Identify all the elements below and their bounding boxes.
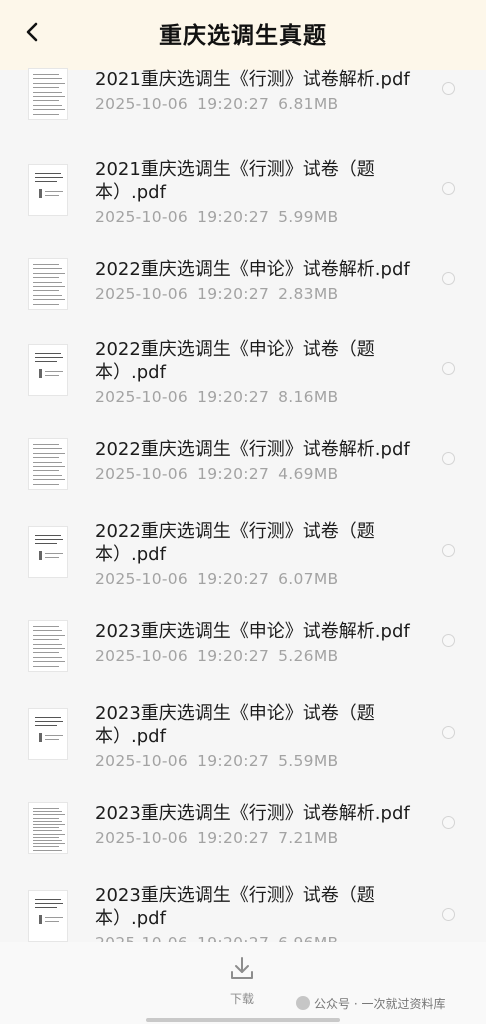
- file-name: 2023重庆选调生《行测》试卷（题本）.pdf: [95, 885, 375, 929]
- pdf-thumbnail: [28, 526, 68, 578]
- select-radio[interactable]: [442, 182, 455, 195]
- file-item[interactable]: 2023重庆选调生《申论》试卷解析.pdf 2025-10-06 19:20:27 5…: [0, 606, 486, 696]
- file-time: 19:20:27: [197, 208, 270, 226]
- select-radio[interactable]: [442, 634, 455, 647]
- file-name: 2022重庆选调生《行测》试卷解析.pdf: [95, 439, 410, 460]
- file-time: 19:20:27: [197, 465, 270, 483]
- file-date: 2025-10-06: [95, 752, 189, 770]
- file-list: 2021重庆选调生《行测》试卷解析.pdf 2025-10-06 19:20:27 6…: [0, 56, 486, 942]
- file-time: 19:20:27: [197, 752, 270, 770]
- file-time: 19:20:27: [197, 647, 270, 665]
- file-meta: 2025-10-06 19:20:27 6.96MB: [95, 934, 338, 942]
- select-radio[interactable]: [442, 362, 455, 375]
- file-size: 5.99MB: [278, 208, 339, 226]
- file-meta: 2025-10-06 19:20:27 6.07MB: [95, 570, 338, 588]
- file-size: 5.26MB: [278, 647, 339, 665]
- page-title: 重庆选调生真题: [159, 23, 327, 49]
- file-time: 19:20:27: [197, 388, 270, 406]
- wechat-icon: [296, 996, 310, 1010]
- home-indicator: [146, 1018, 340, 1022]
- file-time: 19:20:27: [197, 570, 270, 588]
- file-size: 2.83MB: [278, 285, 339, 303]
- pdf-thumbnail: [28, 68, 68, 120]
- file-item[interactable]: 2022重庆选调生《申论》试卷（题本）.pdf 2025-10-06 19:20:2…: [0, 324, 486, 414]
- file-size: 6.96MB: [278, 934, 338, 942]
- file-meta: 2025-10-06 19:20:27 5.59MB: [95, 752, 338, 770]
- file-size: 7.21MB: [278, 829, 339, 847]
- file-name: 2021重庆选调生《行测》试卷（题本）.pdf: [95, 159, 375, 203]
- pdf-thumbnail: [28, 708, 68, 760]
- file-item[interactable]: 2022重庆选调生《行测》试卷（题本）.pdf 2025-10-06 19:20:2…: [0, 506, 486, 596]
- file-size: 5.59MB: [278, 752, 339, 770]
- file-meta: 2025-10-06 19:20:27 5.26MB: [95, 647, 338, 665]
- file-name: 2022重庆选调生《申论》试卷解析.pdf: [95, 259, 410, 280]
- file-name: 2022重庆选调生《申论》试卷（题本）.pdf: [95, 339, 375, 383]
- file-time: 19:20:27: [197, 829, 270, 847]
- select-radio[interactable]: [442, 544, 455, 557]
- select-radio[interactable]: [442, 816, 455, 829]
- file-date: 2025-10-06: [95, 388, 189, 406]
- file-size: 6.81MB: [278, 95, 339, 113]
- file-name: 2023重庆选调生《申论》试卷（题本）.pdf: [95, 703, 375, 747]
- file-meta: 2025-10-06 19:20:27 6.81MB: [95, 95, 338, 113]
- pdf-thumbnail: [28, 438, 68, 490]
- file-time: 19:20:27: [197, 95, 270, 113]
- file-date: 2025-10-06: [95, 95, 189, 113]
- file-time: 19:20:27: [197, 285, 270, 303]
- watermark: 公众号 · 一次就过资料库: [296, 995, 445, 1012]
- select-radio[interactable]: [442, 726, 455, 739]
- pdf-thumbnail: [28, 620, 68, 672]
- file-list-screen: 重庆选调生真题 2021重庆选调生《行测》试卷解析.pdf 2025-10-06 1…: [0, 0, 486, 1024]
- file-date: 2025-10-06: [95, 465, 189, 483]
- file-meta: 2025-10-06 19:20:27 7.21MB: [95, 829, 338, 847]
- file-size: 8.16MB: [278, 388, 339, 406]
- bottom-toolbar: 下载 公众号 · 一次就过资料库: [0, 942, 486, 1024]
- pdf-thumbnail: [28, 344, 68, 396]
- select-radio[interactable]: [442, 272, 455, 285]
- file-size: 4.69MB: [278, 465, 339, 483]
- select-radio[interactable]: [442, 82, 455, 95]
- file-meta: 2025-10-06 19:20:27 8.16MB: [95, 388, 338, 406]
- file-meta: 2025-10-06 19:20:27 4.69MB: [95, 465, 338, 483]
- download-label: 下载: [229, 992, 254, 1006]
- select-radio[interactable]: [442, 908, 455, 921]
- file-item[interactable]: 2021重庆选调生《行测》试卷（题本）.pdf 2025-10-06 19:20:2…: [0, 144, 486, 234]
- download-button[interactable]: 下载: [214, 954, 270, 1010]
- file-item[interactable]: 2023重庆选调生《行测》试卷解析.pdf 2025-10-06 19:20:27 7…: [0, 788, 486, 878]
- file-meta: 2025-10-06 19:20:27 5.99MB: [95, 208, 338, 226]
- file-date: 2025-10-06: [95, 829, 189, 847]
- file-item[interactable]: 2023重庆选调生《申论》试卷（题本）.pdf 2025-10-06 19:20:2…: [0, 688, 486, 778]
- file-size: 6.07MB: [278, 570, 339, 588]
- select-radio[interactable]: [442, 452, 455, 465]
- file-time: 19:20:27: [197, 934, 269, 942]
- watermark-text: 公众号 · 一次就过资料库: [314, 997, 446, 1011]
- file-date: 2025-10-06: [95, 285, 189, 303]
- file-item[interactable]: 2022重庆选调生《申论》试卷解析.pdf 2025-10-06 19:20:27 2…: [0, 244, 486, 334]
- pdf-thumbnail: [28, 164, 68, 216]
- file-date: 2025-10-06: [95, 934, 188, 942]
- file-name: 2022重庆选调生《行测》试卷（题本）.pdf: [95, 521, 375, 565]
- file-meta: 2025-10-06 19:20:27 2.83MB: [95, 285, 338, 303]
- file-date: 2025-10-06: [95, 647, 189, 665]
- file-name: 2023重庆选调生《行测》试卷解析.pdf: [95, 803, 410, 824]
- pdf-thumbnail: [28, 258, 68, 310]
- file-name: 2021重庆选调生《行测》试卷解析.pdf: [95, 69, 410, 90]
- file-name: 2023重庆选调生《申论》试卷解析.pdf: [95, 621, 410, 642]
- file-item[interactable]: 2023重庆选调生《行测》试卷（题本）.pdf 2025-10-06 19:20:2…: [0, 870, 486, 942]
- file-item[interactable]: 2022重庆选调生《行测》试卷解析.pdf 2025-10-06 19:20:27 4…: [0, 424, 486, 514]
- pdf-thumbnail: [28, 802, 68, 854]
- pdf-thumbnail: [28, 890, 68, 942]
- file-date: 2025-10-06: [95, 570, 189, 588]
- file-date: 2025-10-06: [95, 208, 189, 226]
- download-icon: [231, 957, 253, 979]
- file-item[interactable]: 2021重庆选调生《行测》试卷解析.pdf 2025-10-06 19:20:27 6…: [0, 56, 486, 144]
